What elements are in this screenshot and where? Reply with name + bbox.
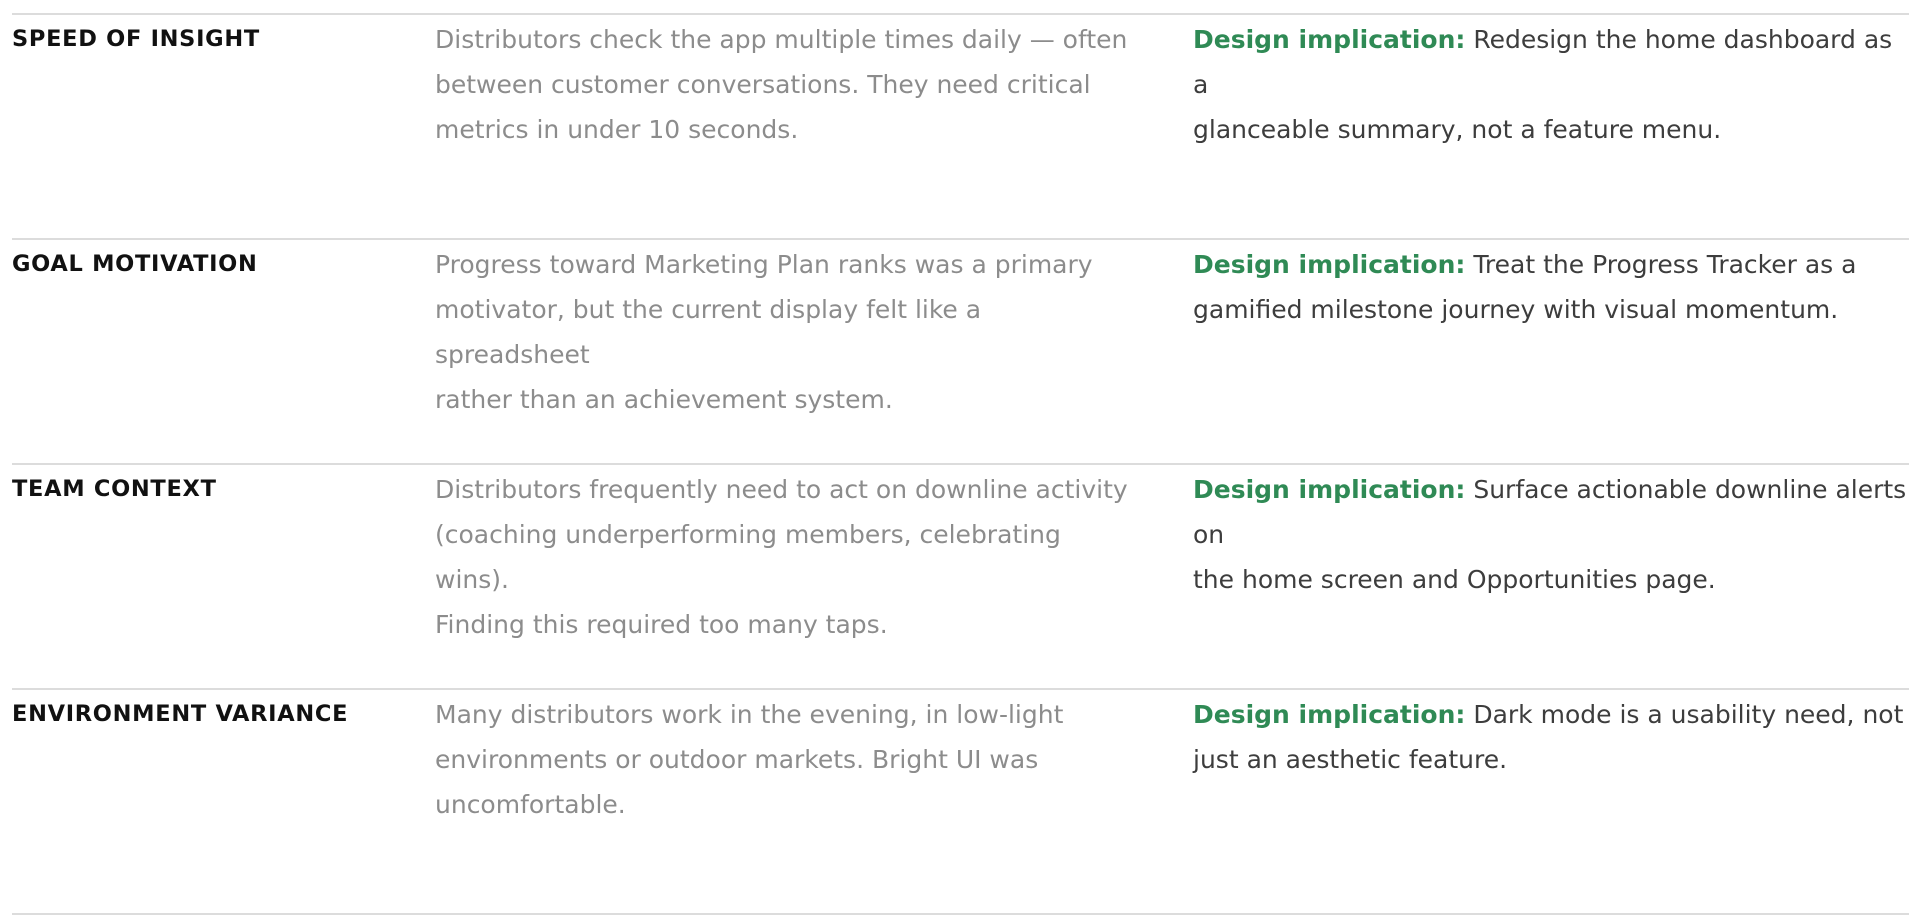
insight-implication: Design implication: Surface actionable d… xyxy=(1193,467,1913,602)
insights-table: SPEED OF INSIGHT Distributors check the … xyxy=(12,13,1909,915)
insight-implication: Design implication: Redesign the home da… xyxy=(1193,17,1913,152)
insight-implication: Design implication: Treat the Progress T… xyxy=(1193,242,1913,332)
insight-row-speed-of-insight: SPEED OF INSIGHT Distributors check the … xyxy=(12,15,1909,240)
insight-label: SPEED OF INSIGHT xyxy=(12,26,260,52)
insight-finding: Distributors check the app multiple time… xyxy=(435,25,1128,144)
insight-row-team-context: TEAM CONTEXT Distributors frequently nee… xyxy=(12,465,1909,690)
insight-label: GOAL MOTIVATION xyxy=(12,251,258,277)
insight-row-goal-motivation: GOAL MOTIVATION Progress toward Marketin… xyxy=(12,240,1909,465)
implication-prefix: Design implication: xyxy=(1193,475,1466,504)
implication-prefix: Design implication: xyxy=(1193,25,1466,54)
insight-implication: Design implication: Dark mode is a usabi… xyxy=(1193,692,1913,782)
insight-label: TEAM CONTEXT xyxy=(12,476,217,502)
insight-label: ENVIRONMENT VARIANCE xyxy=(12,701,349,727)
implication-prefix: Design implication: xyxy=(1193,250,1466,279)
insight-row-environment-variance: ENVIRONMENT VARIANCE Many distributors w… xyxy=(12,690,1909,915)
insight-finding: Distributors frequently need to act on d… xyxy=(435,475,1128,639)
insight-finding: Progress toward Marketing Plan ranks was… xyxy=(435,250,1093,414)
insight-finding: Many distributors work in the evening, i… xyxy=(435,700,1064,819)
implication-prefix: Design implication: xyxy=(1193,700,1466,729)
